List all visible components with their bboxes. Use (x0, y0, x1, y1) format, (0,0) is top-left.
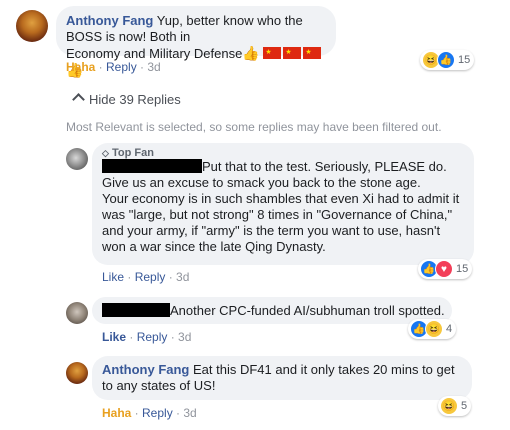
top-fan-badge: ◇ Top Fan (102, 147, 154, 159)
reply-actions: Like · Reply · 3d (102, 330, 192, 344)
reply-line: won a war since the late Qing Dynasty. (102, 239, 326, 254)
reaction-summary[interactable]: 😆 👍 15 (420, 50, 475, 70)
chevron-up-icon (72, 93, 85, 106)
comment-actions: Haha · Reply · 3d (66, 60, 161, 74)
reply-text: Put that to the test. Seriously, PLEASE … (102, 159, 472, 255)
comment-text-part2: Economy and Military Defense (66, 46, 243, 61)
reaction-summary[interactable]: 😆 5 (438, 396, 472, 416)
love-icon: ♥ (435, 260, 453, 278)
timestamp[interactable]: 3d (176, 270, 189, 284)
china-flag-icon (283, 45, 302, 61)
reaction-count: 15 (458, 54, 471, 66)
author-name[interactable]: Anthony Fang (102, 362, 189, 377)
comment-bubble: Anthony Fang Yup, better know who the BO… (56, 6, 336, 78)
hide-replies-label: Hide 39 Replies (89, 92, 181, 107)
hide-replies-button[interactable]: Hide 39 Replies (72, 92, 181, 107)
reaction-summary[interactable]: 👍 😆 4 (408, 319, 457, 339)
reply-button[interactable]: Reply (106, 60, 137, 74)
filter-note: Most Relevant is selected, so some repli… (66, 120, 442, 134)
like-button[interactable]: Like (102, 270, 124, 284)
avatar[interactable] (66, 362, 88, 384)
reply-button[interactable]: Reply (142, 406, 173, 420)
timestamp[interactable]: 3d (183, 406, 196, 420)
reply-actions: Haha · Reply · 3d (102, 406, 197, 420)
author-name[interactable]: Anthony Fang (66, 13, 153, 28)
reply-line: to any states of US! (102, 378, 216, 393)
thumbs-up-icon: 👍 (242, 45, 260, 61)
reply-line: Put that to the test. Seriously, PLEASE … (202, 159, 447, 174)
reaction-count: 5 (461, 400, 468, 412)
reply-text: Another CPC-funded AI/subhuman troll spo… (102, 303, 445, 319)
reply-text: Anthony Fang Eat this DF41 and it only t… (102, 362, 472, 394)
reaction-label[interactable]: Haha (102, 406, 131, 420)
reply-button[interactable]: Reply (135, 270, 166, 284)
reply-line: Another CPC-funded AI/subhuman troll spo… (170, 303, 445, 318)
reply-bubble: Another CPC-funded AI/subhuman troll spo… (92, 297, 452, 324)
reply-bubble: Anthony Fang Eat this DF41 and it only t… (92, 356, 472, 400)
haha-icon: 😆 (440, 397, 458, 415)
reply-bubble: ◇ Top Fan Put that to the test. Seriousl… (92, 143, 474, 265)
reply-line: Eat this DF41 and it only takes 20 mins … (193, 362, 455, 377)
avatar[interactable] (16, 10, 48, 42)
top-fan-label: Top Fan (111, 147, 154, 159)
like-button[interactable]: Like (102, 330, 126, 344)
reply-line: was "large, but not strong" 8 times in "… (102, 207, 453, 222)
reply-actions: Like · Reply · 3d (102, 270, 190, 284)
timestamp[interactable]: 3d (178, 330, 191, 344)
timestamp[interactable]: 3d (147, 60, 160, 74)
china-flag-icon (303, 45, 322, 61)
like-icon: 👍 (437, 51, 455, 69)
reaction-count: 4 (446, 323, 453, 335)
diamond-icon: ◇ (102, 148, 109, 158)
reaction-count: 15 (456, 263, 469, 275)
china-flag-icon (263, 45, 282, 61)
reply-button[interactable]: Reply (137, 330, 168, 344)
redacted-name (102, 159, 202, 173)
avatar[interactable] (66, 302, 88, 324)
avatar[interactable] (66, 148, 88, 170)
haha-icon: 😆 (425, 320, 443, 338)
reply-line: and your army, if "army" is the term you… (102, 223, 441, 238)
reaction-summary[interactable]: 👍 ♥ 15 (418, 259, 473, 279)
reaction-label[interactable]: Haha (66, 60, 95, 74)
reply-line: Give us an excuse to smack you back to t… (102, 175, 421, 190)
redacted-name (102, 303, 170, 317)
reply-line: Your economy is in such shambles that ev… (102, 191, 460, 206)
